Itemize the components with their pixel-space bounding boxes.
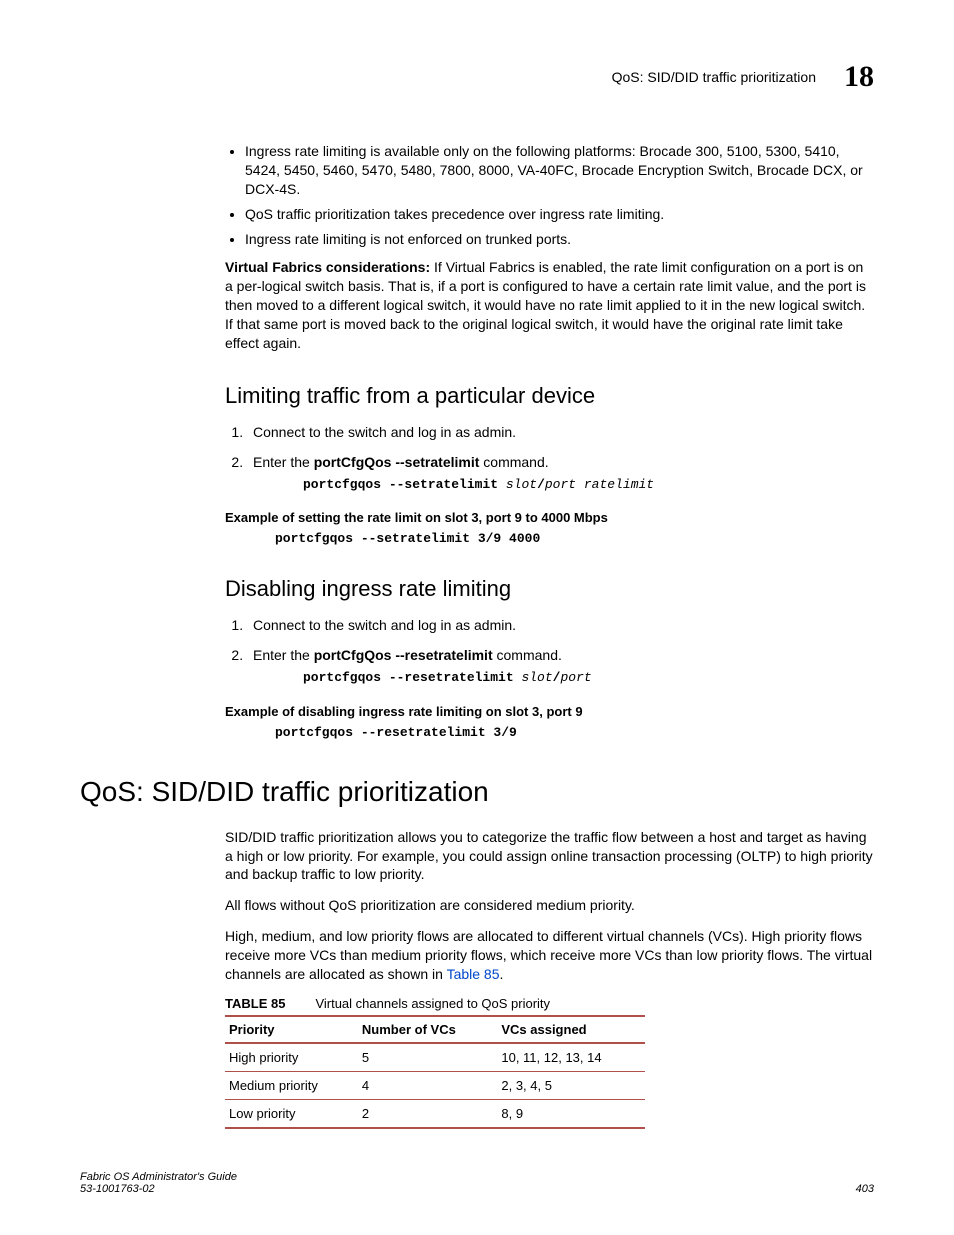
vc-table: Priority Number of VCs VCs assigned High… — [225, 1015, 645, 1129]
cmd-arg: port — [560, 670, 591, 685]
table-id: TABLE 85 — [225, 996, 285, 1011]
cell: 8, 9 — [497, 1099, 645, 1128]
table-title: Virtual channels assigned to QoS priorit… — [315, 996, 550, 1011]
example-heading: Example of disabling ingress rate limiti… — [225, 704, 874, 719]
step-text: Enter the — [253, 647, 314, 663]
subheading-limiting-traffic: Limiting traffic from a particular devic… — [225, 383, 874, 409]
steps-list: Connect to the switch and log in as admi… — [225, 423, 874, 494]
list-item: Ingress rate limiting is not enforced on… — [245, 230, 874, 249]
cell: High priority — [225, 1043, 358, 1072]
table-row: Medium priority 4 2, 3, 4, 5 — [225, 1071, 645, 1099]
body-paragraph: SID/DID traffic prioritization allows yo… — [225, 828, 874, 885]
table-header-row: Priority Number of VCs VCs assigned — [225, 1016, 645, 1043]
body-paragraph: All flows without QoS prioritization are… — [225, 896, 874, 915]
command-name: portCfgQos --setratelimit — [314, 454, 480, 470]
step-text: Enter the — [253, 454, 314, 470]
chapter-number: 18 — [844, 60, 874, 94]
subheading-disabling: Disabling ingress rate limiting — [225, 576, 874, 602]
list-item: Ingress rate limiting is available only … — [245, 142, 874, 199]
cell: Medium priority — [225, 1071, 358, 1099]
page-footer: Fabric OS Administrator's Guide 53-10017… — [80, 1171, 874, 1195]
cell: 2, 3, 4, 5 — [497, 1071, 645, 1099]
col-header: Number of VCs — [358, 1016, 497, 1043]
virtual-fabrics-paragraph: Virtual Fabrics considerations: If Virtu… — [225, 258, 874, 352]
breadcrumb: QoS: SID/DID traffic prioritization — [612, 69, 816, 85]
list-item: QoS traffic prioritization takes precede… — [245, 205, 874, 224]
bullet-list: Ingress rate limiting is available only … — [225, 142, 874, 248]
doc-number: 53-1001763-02 — [80, 1183, 237, 1195]
col-header: VCs assigned — [497, 1016, 645, 1043]
col-header: Priority — [225, 1016, 358, 1043]
main-heading: QoS: SID/DID traffic prioritization — [80, 776, 874, 808]
footer-left: Fabric OS Administrator's Guide 53-10017… — [80, 1171, 237, 1195]
cmd-literal: portcfgqos --setratelimit — [303, 477, 506, 492]
step-text: command. — [493, 647, 562, 663]
code-block: portcfgqos --setratelimit slot/port rate… — [303, 476, 874, 494]
cell: 5 — [358, 1043, 497, 1072]
cell: 10, 11, 12, 13, 14 — [497, 1043, 645, 1072]
cmd-arg: port ratelimit — [545, 477, 654, 492]
page-header: QoS: SID/DID traffic prioritization 18 — [80, 60, 874, 94]
cmd-literal: portcfgqos --resetratelimit — [303, 670, 521, 685]
table-link[interactable]: Table 85 — [447, 966, 500, 982]
para-text: . — [500, 966, 504, 982]
page-number: 403 — [856, 1183, 874, 1195]
step-item: Enter the portCfgQos --resetratelimit co… — [247, 646, 874, 688]
step-item: Enter the portCfgQos --setratelimit comm… — [247, 453, 874, 495]
cell: 2 — [358, 1099, 497, 1128]
table-caption: TABLE 85 Virtual channels assigned to QoS… — [225, 996, 874, 1011]
doc-title: Fabric OS Administrator's Guide — [80, 1171, 237, 1183]
table-row: Low priority 2 8, 9 — [225, 1099, 645, 1128]
code-block: portcfgqos --resetratelimit slot/port — [303, 669, 874, 687]
para-text: High, medium, and low priority flows are… — [225, 928, 872, 982]
steps-list: Connect to the switch and log in as admi… — [225, 616, 874, 687]
cell: 4 — [358, 1071, 497, 1099]
example-code: portcfgqos --resetratelimit 3/9 — [275, 725, 874, 740]
table-row: High priority 5 10, 11, 12, 13, 14 — [225, 1043, 645, 1072]
step-text: command. — [479, 454, 548, 470]
cmd-literal: / — [537, 477, 545, 492]
example-code: portcfgqos --setratelimit 3/9 4000 — [275, 531, 874, 546]
cmd-arg: slot — [506, 477, 537, 492]
cell: Low priority — [225, 1099, 358, 1128]
command-name: portCfgQos --resetratelimit — [314, 647, 493, 663]
cmd-arg: slot — [521, 670, 552, 685]
step-item: Connect to the switch and log in as admi… — [247, 423, 874, 443]
vf-bold-lead: Virtual Fabrics considerations: — [225, 259, 434, 275]
example-heading: Example of setting the rate limit on slo… — [225, 510, 874, 525]
body-paragraph: High, medium, and low priority flows are… — [225, 927, 874, 984]
step-item: Connect to the switch and log in as admi… — [247, 616, 874, 636]
